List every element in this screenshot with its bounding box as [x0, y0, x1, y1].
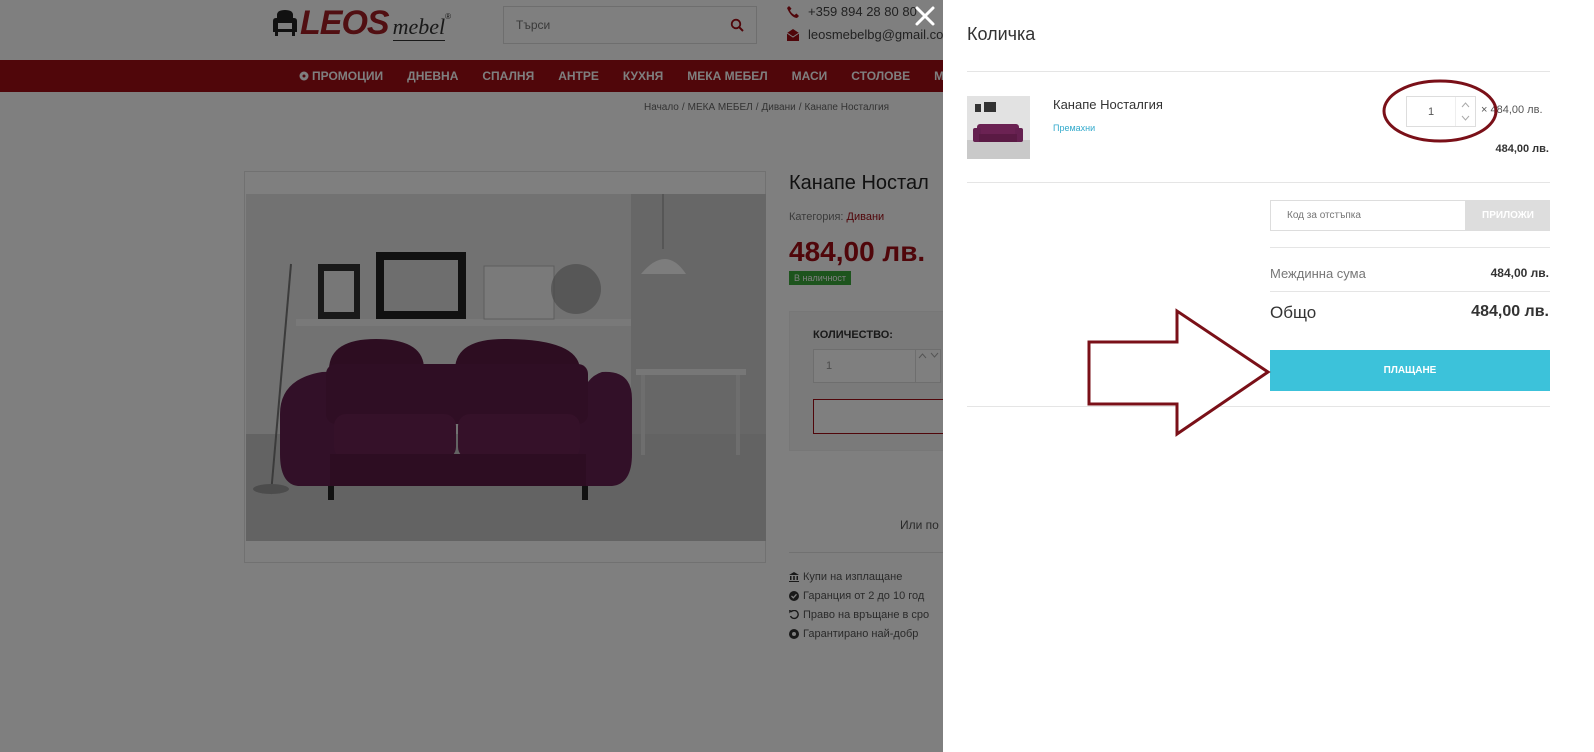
- remove-item-link[interactable]: Премахни: [1053, 123, 1095, 133]
- cart-item-name[interactable]: Канапе Носталгия: [1053, 97, 1163, 112]
- chevron-down-icon[interactable]: [1461, 115, 1470, 121]
- sofa-thumbnail-image: [967, 96, 1030, 159]
- cart-title: Количка: [967, 24, 1036, 44]
- subtotal-value: 484,00 лв.: [1490, 266, 1549, 280]
- total-value: 484,00 лв.: [1471, 303, 1549, 320]
- subtotal-label: Междинна сума: [1270, 266, 1366, 281]
- cart-item-unit-price: × 484,00 лв.: [1481, 104, 1543, 116]
- coupon-field: [1270, 200, 1466, 231]
- total-label: Общо: [1270, 303, 1317, 322]
- divider: [967, 182, 1550, 183]
- divider: [967, 406, 1550, 407]
- divider: [1270, 291, 1550, 292]
- cart-item-line-total: 484,00 лв.: [1495, 143, 1549, 155]
- divider: [967, 71, 1550, 72]
- cart-drawer: Количка Канапе Носталгия Премахни × 484,…: [943, 0, 1594, 752]
- close-icon[interactable]: [914, 5, 936, 27]
- divider: [1270, 247, 1550, 248]
- quantity-spin-buttons: [1455, 97, 1475, 126]
- modal-backdrop[interactable]: [0, 0, 943, 752]
- coupon-input[interactable]: [1271, 201, 1465, 230]
- cart-quantity-stepper: [1406, 96, 1476, 127]
- cart-item-thumbnail[interactable]: [967, 96, 1030, 159]
- checkout-button[interactable]: ПЛАЩАНЕ: [1270, 350, 1550, 391]
- cart-quantity-input[interactable]: [1407, 97, 1455, 126]
- chevron-up-icon[interactable]: [1461, 102, 1470, 108]
- apply-coupon-button[interactable]: ПРИЛОЖИ: [1466, 200, 1550, 231]
